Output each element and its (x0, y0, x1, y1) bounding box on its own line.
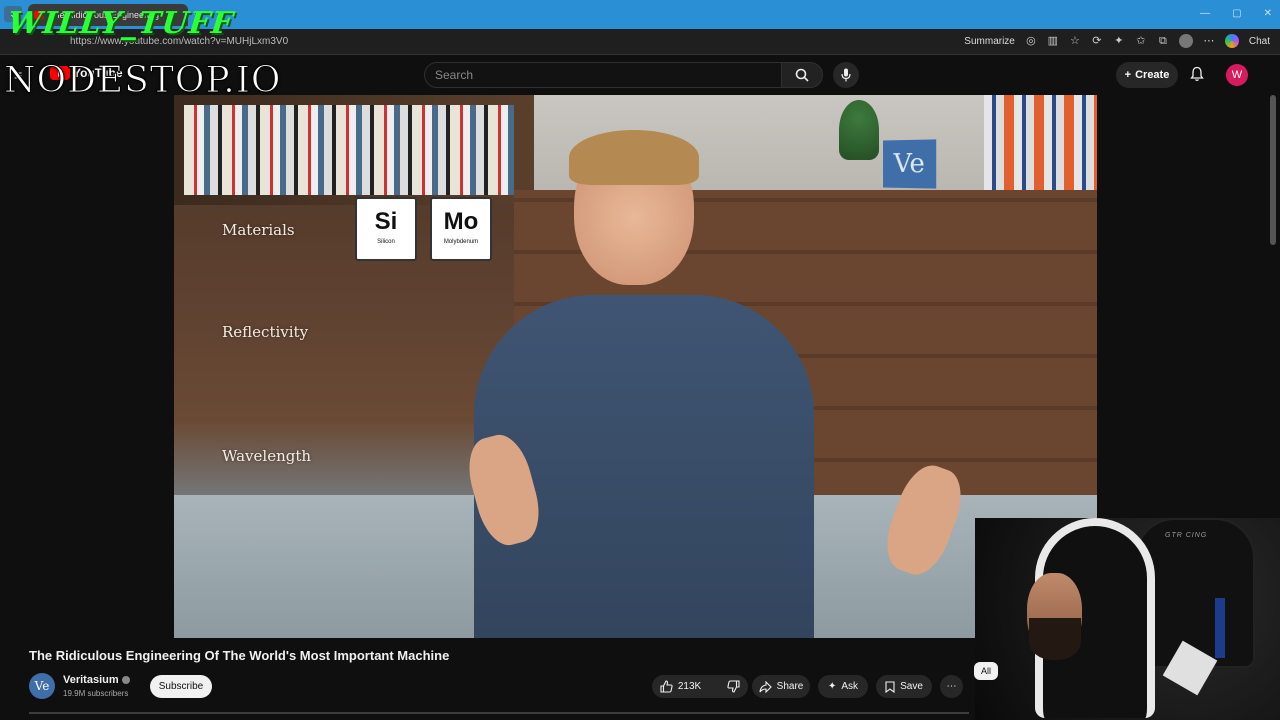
thumbs-up-icon (660, 680, 673, 693)
share-icon (759, 680, 772, 693)
refresh-extension-icon[interactable]: ⟳ (1091, 35, 1103, 47)
more-horizontal-icon: ⋯ (946, 681, 957, 692)
streamer-name-overlay: WILLY_TUFF (6, 6, 236, 41)
search-input[interactable]: Search (424, 62, 782, 88)
more-actions-button[interactable]: ⋯ (940, 675, 963, 698)
copilot-summarize-icon[interactable]: ◎ (1025, 35, 1037, 47)
collections-icon[interactable]: ⧉ (1157, 35, 1169, 47)
page-scrollbar[interactable] (1270, 95, 1276, 245)
thumbs-down-icon (727, 680, 740, 693)
save-button[interactable]: Save (876, 675, 932, 698)
plant (839, 100, 879, 160)
verified-badge-icon (121, 676, 130, 685)
split-screen-icon[interactable]: ▥ (1047, 35, 1059, 47)
plus-icon: + (1124, 69, 1132, 81)
channel-name[interactable]: Veritasium (63, 674, 119, 686)
video-title: The Ridiculous Engineering Of The World'… (29, 648, 450, 663)
channel-name-row[interactable]: Veritasium (63, 674, 130, 686)
subscriber-count: 19.9M subscribers (63, 689, 129, 698)
element-card-silicon: Si Silicon (355, 197, 417, 261)
bookshelf-left (174, 95, 534, 205)
copilot-icon[interactable] (1224, 34, 1239, 48)
element-name: Silicon (377, 239, 395, 245)
notifications-button[interactable] (1190, 66, 1204, 87)
section-divider (29, 712, 969, 714)
extensions-icon[interactable]: ✦ (1113, 35, 1125, 47)
video-label-wavelength: Wavelength (222, 447, 312, 465)
veritasium-logo-prop: Ve (883, 139, 937, 189)
voice-search-button[interactable] (833, 62, 859, 88)
streamer-webcam: GTR CING (975, 518, 1280, 720)
like-dislike-group: 213K (652, 675, 748, 698)
user-avatar[interactable]: W (1226, 64, 1248, 86)
microphone-icon (841, 68, 851, 82)
like-button[interactable]: 213K (652, 675, 709, 698)
share-button[interactable]: Share (752, 675, 810, 698)
dislike-button[interactable] (719, 675, 748, 698)
video-label-reflectivity: Reflectivity (222, 323, 309, 341)
favorites-icon[interactable]: ✩ (1135, 35, 1147, 47)
create-label: Create (1135, 69, 1170, 81)
books (184, 105, 514, 195)
like-count: 213K (677, 681, 702, 692)
site-watermark-overlay: NODESTOP.IO (3, 60, 282, 102)
summarize-button[interactable]: Summarize (964, 36, 1015, 47)
ask-button[interactable]: ✦ Ask (818, 675, 868, 698)
channel-avatar[interactable]: Ve (29, 673, 55, 699)
subscribe-button[interactable]: Subscribe (150, 675, 212, 698)
more-options-icon[interactable]: ⋯ (1203, 35, 1215, 47)
chip-all[interactable]: All (974, 662, 998, 680)
chair-accent (1215, 598, 1225, 658)
browser-toolbar: Summarize ◎ ▥ ☆ ⟳ ✦ ✩ ⧉ ⋯ Chat (964, 34, 1270, 48)
bookmark-icon (885, 680, 895, 693)
ask-label: Ask (841, 681, 859, 692)
window-controls: — ▢ ✕ (1200, 8, 1272, 19)
video-player[interactable]: Ve Materials Reflectivity Wavelength Si … (174, 95, 1097, 638)
search-button[interactable] (781, 62, 823, 88)
create-button[interactable]: + Create (1116, 62, 1178, 88)
element-symbol: Si (374, 208, 398, 235)
chair-brand-text: GTR CING (1165, 532, 1208, 539)
minimize-icon[interactable]: — (1200, 8, 1210, 19)
favorite-star-icon[interactable]: ☆ (1069, 35, 1081, 47)
element-name: Molybdenum (443, 239, 479, 245)
bell-icon (1190, 66, 1204, 82)
search-icon (795, 68, 809, 82)
element-card-molybdenum: Mo Molybdenum (430, 197, 492, 261)
streamer-beard (1029, 618, 1081, 660)
save-label: Save (900, 681, 923, 692)
video-label-materials: Materials (222, 221, 295, 239)
sparkle-icon: ✦ (827, 681, 837, 692)
close-icon[interactable]: ✕ (1264, 8, 1272, 19)
profile-avatar[interactable] (1178, 34, 1193, 48)
maximize-icon[interactable]: ▢ (1232, 8, 1241, 19)
element-symbol: Mo (443, 208, 479, 235)
chat-button[interactable]: Chat (1249, 36, 1270, 47)
share-label: Share (776, 681, 804, 692)
presenter-hair (569, 130, 699, 185)
